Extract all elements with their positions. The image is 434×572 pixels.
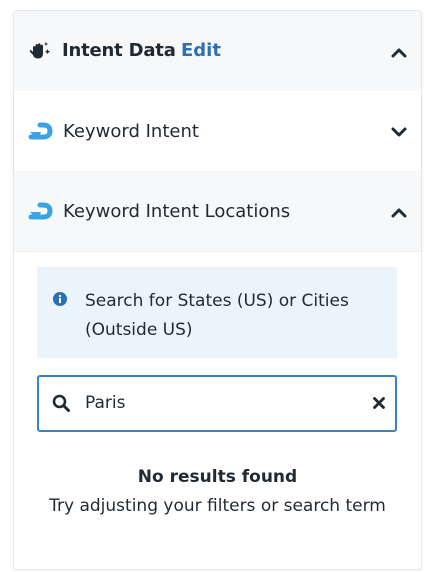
info-callout: Search for States (US) or Cities (Outsid… (37, 267, 397, 358)
info-circle-icon (53, 292, 67, 306)
chevron-down-icon[interactable] (391, 126, 407, 138)
location-search-box[interactable] (37, 375, 397, 432)
info-text: Search for States (US) or Cities (Outsid… (85, 291, 349, 340)
empty-state-title: No results found (137, 467, 298, 487)
hand-pointer-sparkle-icon (29, 42, 50, 59)
section-label: Keyword Intent (63, 121, 199, 142)
chevron-up-icon[interactable] (391, 46, 407, 58)
edit-link[interactable]: Edit (181, 40, 221, 61)
section-label: Keyword Intent Locations (63, 201, 291, 222)
panel-header[interactable]: Intent Data Edit (14, 11, 421, 92)
chevron-up-icon[interactable] (391, 206, 407, 218)
close-icon[interactable] (373, 397, 385, 409)
curved-arrow-icon (28, 122, 53, 140)
empty-state-message: Try adjusting your filters or search ter… (49, 496, 386, 516)
search-input[interactable] (85, 389, 355, 417)
search-icon (52, 394, 70, 412)
intent-data-panel: Intent Data Edit Keyword Intent Keyword … (13, 10, 422, 570)
section-keyword-intent[interactable]: Keyword Intent (14, 91, 421, 172)
panel-title: Intent Data (62, 40, 176, 61)
section-keyword-intent-locations[interactable]: Keyword Intent Locations (14, 171, 421, 252)
curved-arrow-icon (28, 202, 53, 220)
